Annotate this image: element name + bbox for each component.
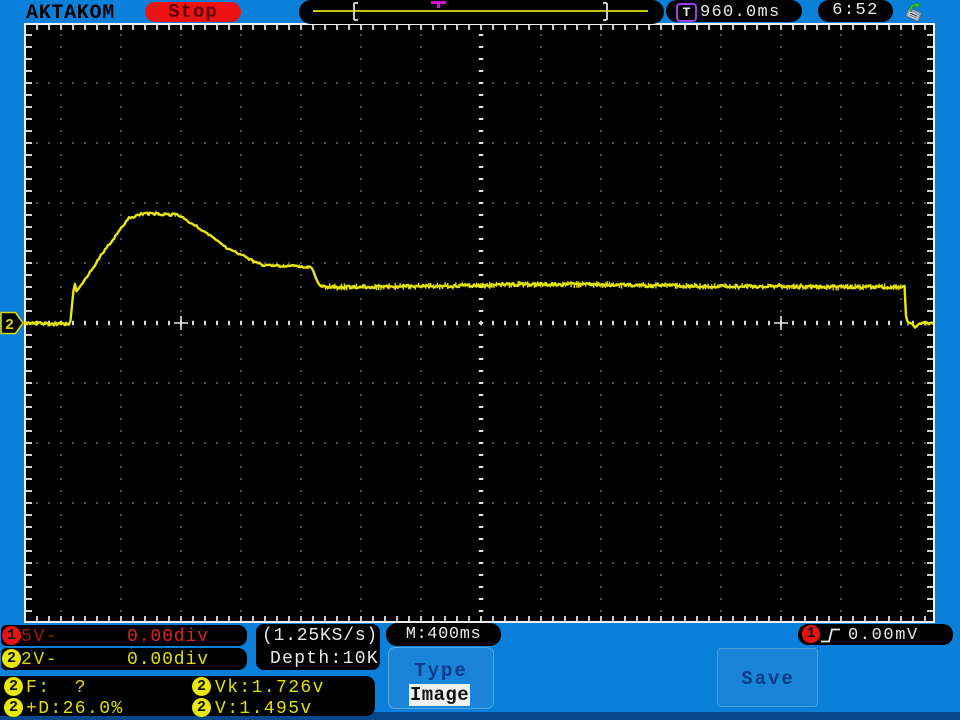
svg-text:2: 2 [5, 317, 14, 334]
